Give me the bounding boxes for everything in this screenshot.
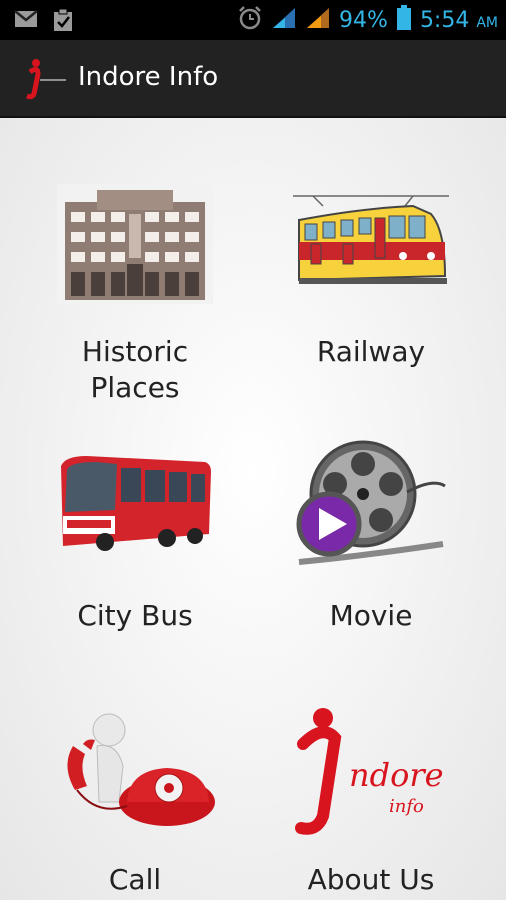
alarm-icon [237,5,263,35]
train-icon [293,184,449,304]
tile-movie[interactable]: Movie [271,438,471,660]
bus-icon [57,450,213,560]
battery-percent: 94% [339,7,388,33]
clock-ampm: AM [476,14,498,31]
status-bar: 94% 5:54 AM [0,0,506,40]
tile-label: Movie [329,599,413,632]
gmail-icon [14,8,38,36]
svg-text:info: info [389,796,424,817]
clock: 5:54 AM [420,8,498,33]
phone-icon [57,706,217,836]
tile-call[interactable]: Call [35,706,235,900]
tile-label: Railway [316,335,426,368]
tile-railway[interactable]: Railway [271,184,471,414]
tile-historic-places[interactable]: Historic Places [35,184,235,414]
tile-label: About Us [307,863,435,896]
tile-label: City Bus [77,599,193,632]
clipboard-icon [52,8,74,36]
signal-icon [271,6,297,34]
tile-city-bus[interactable]: City Bus [35,450,235,660]
tile-label: Historic Places [81,335,189,404]
indore-info-logo[interactable] [22,58,68,104]
action-bar: Indore Info [0,40,506,118]
tile-about-us[interactable]: ndore info About Us [271,704,471,900]
indore-info-logo: ndore info [293,704,453,838]
signal-icon [305,6,331,34]
app-title: Indore Info [78,62,219,92]
film-reel-icon [293,438,449,578]
svg-text:ndore: ndore [349,756,444,794]
tile-label: Call [108,863,162,896]
palace-icon [57,184,213,304]
clock-time: 5:54 [419,7,470,33]
battery-icon [396,5,412,35]
menu-grid: Historic Places Railway City Bus Movie C… [0,118,506,900]
